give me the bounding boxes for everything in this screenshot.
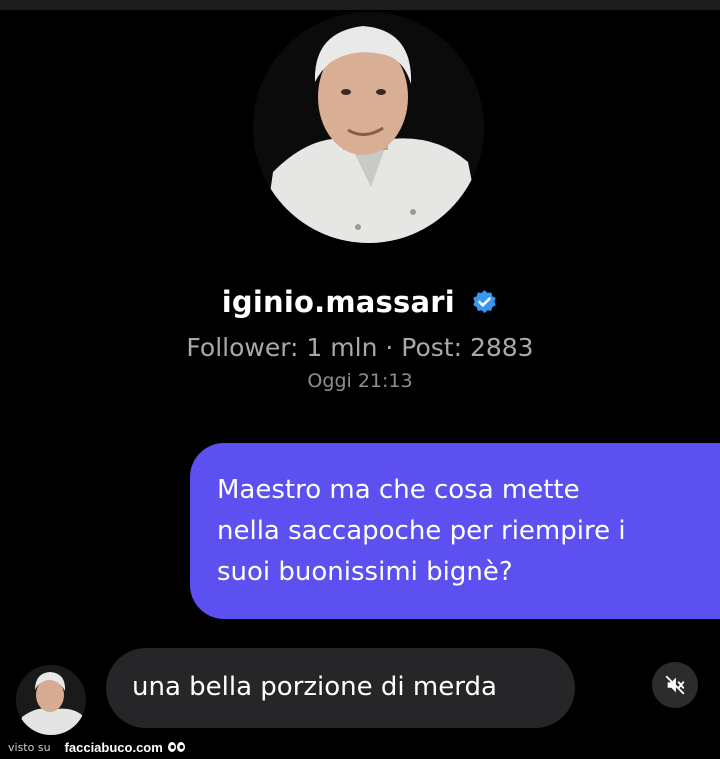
profile-stats: Follower: 1 mln · Post: 2883: [186, 333, 534, 362]
profile-photo: [253, 12, 484, 243]
message-timestamp: Oggi 21:13: [307, 370, 413, 392]
watermark-footer: visto su facciabuco.com: [0, 736, 720, 759]
sent-message-line: Maestro ma che cosa mette: [217, 475, 580, 505]
profile-username[interactable]: iginio.massari: [222, 285, 455, 319]
received-message-bubble[interactable]: una bella porzione di merda: [106, 648, 575, 728]
top-bar: [0, 0, 720, 10]
footer-visto: visto su: [8, 741, 51, 754]
verified-badge-icon: [473, 289, 496, 313]
sender-photo: [16, 665, 86, 735]
footer-brand[interactable]: facciabuco.com: [65, 740, 163, 755]
sent-message-line: nella saccapoche per riempire i: [217, 516, 626, 546]
received-message-text: una bella porzione di merda: [132, 672, 497, 702]
sent-message-line: suoi buonissimi bignè?: [217, 557, 513, 587]
mute-button[interactable]: [652, 662, 698, 708]
eyes-icon: [167, 741, 185, 752]
profile-avatar[interactable]: [253, 12, 484, 243]
profile-username-row: iginio.massari: [0, 283, 720, 319]
speaker-muted-icon: [665, 675, 685, 695]
sender-avatar[interactable]: [16, 665, 86, 735]
sent-message-bubble[interactable]: Maestro ma che cosa mette nella saccapoc…: [190, 443, 720, 619]
